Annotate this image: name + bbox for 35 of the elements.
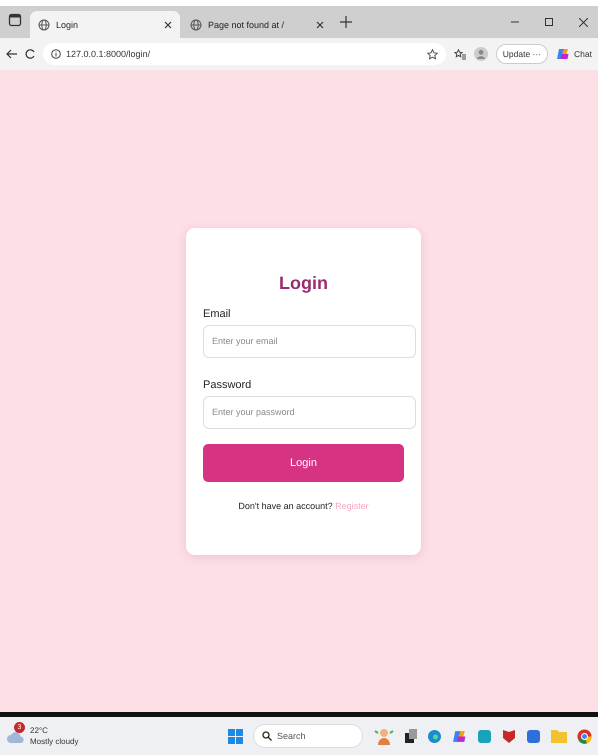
task-view-icon[interactable] bbox=[405, 729, 417, 743]
info-icon[interactable] bbox=[51, 49, 61, 59]
profile-icon[interactable] bbox=[474, 47, 488, 61]
refresh-icon[interactable] bbox=[25, 49, 35, 59]
globe-icon bbox=[38, 18, 50, 30]
weather-condition: Mostly cloudy bbox=[30, 736, 78, 747]
browser-tab[interactable]: Login bbox=[30, 11, 180, 38]
windows-logo-icon[interactable] bbox=[228, 728, 243, 744]
form-title: Login bbox=[279, 272, 328, 294]
url-text: 127.0.0.1:8000/login/ bbox=[66, 49, 150, 59]
globe-icon bbox=[190, 18, 202, 30]
browser-tab[interactable]: Page not found at / bbox=[182, 11, 332, 38]
register-prompt: Don't have an account? Register bbox=[237, 500, 370, 510]
close-icon[interactable] bbox=[164, 20, 172, 28]
maximize-icon[interactable] bbox=[545, 18, 553, 26]
taskbar-search[interactable]: Search bbox=[253, 724, 363, 748]
chat-button[interactable]: Chat bbox=[556, 47, 592, 61]
shield-icon[interactable] bbox=[502, 728, 516, 744]
favorites-icon[interactable] bbox=[454, 48, 466, 60]
temperature-text: 22°C bbox=[30, 725, 49, 736]
new-tab-icon[interactable] bbox=[340, 16, 352, 28]
tab-actions-icon[interactable] bbox=[8, 13, 22, 27]
address-bar[interactable]: 127.0.0.1:8000/login/ bbox=[43, 43, 446, 65]
field-label: Password bbox=[203, 378, 252, 390]
input-field[interactable]: Enter your email bbox=[203, 324, 416, 358]
field-label: Email bbox=[203, 308, 232, 320]
search-icon bbox=[262, 731, 272, 741]
update-button[interactable]: Update ··· bbox=[496, 44, 548, 64]
close-icon[interactable] bbox=[579, 18, 588, 26]
input-field[interactable]: Enter your password bbox=[203, 396, 416, 428]
star-icon[interactable] bbox=[426, 48, 438, 60]
close-icon[interactable] bbox=[316, 20, 324, 28]
app-icon[interactable] bbox=[477, 728, 492, 744]
back-icon[interactable] bbox=[6, 49, 17, 59]
login-button[interactable]: Login bbox=[203, 444, 404, 482]
